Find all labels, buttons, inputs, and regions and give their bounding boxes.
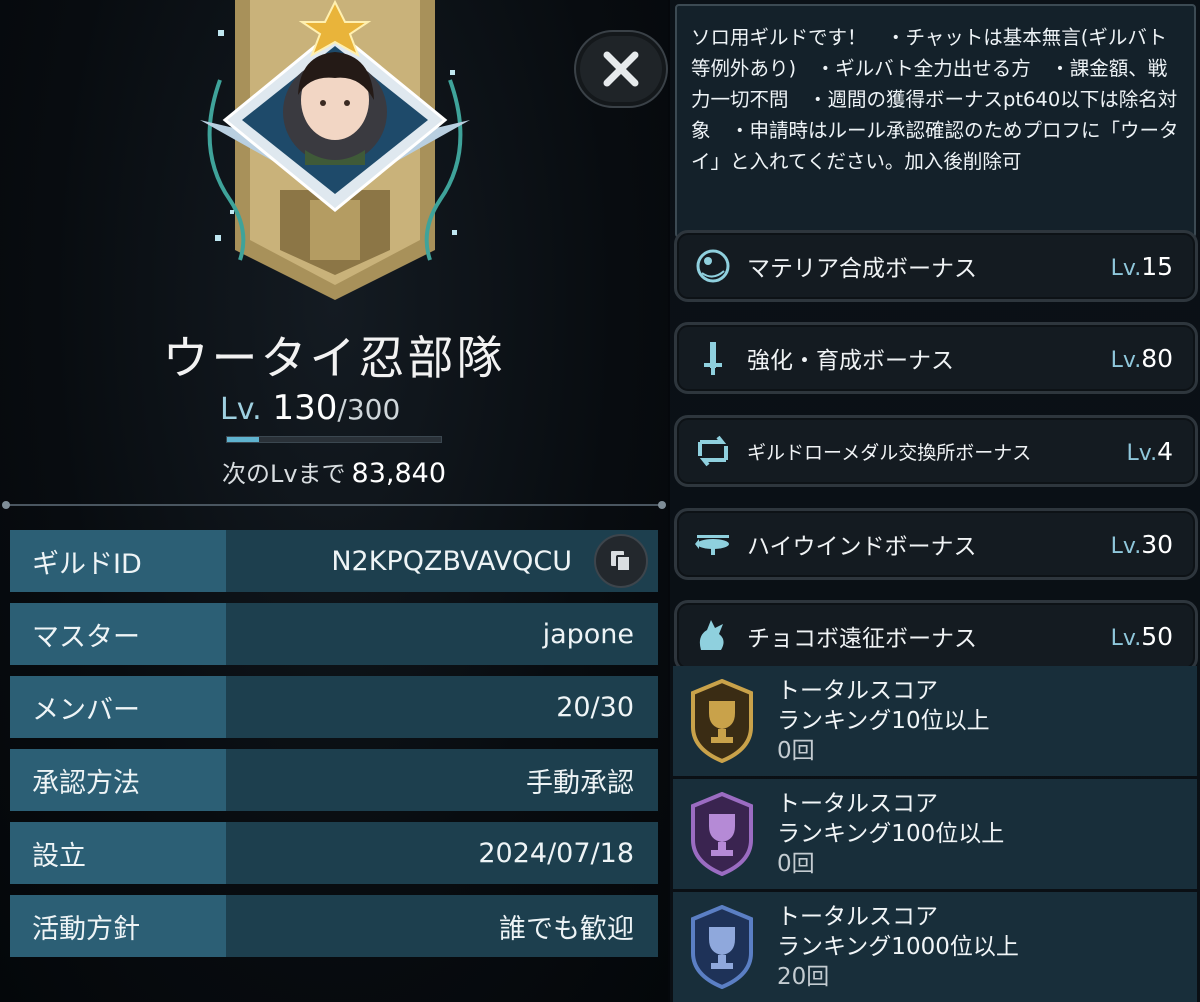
bonus-level: Lv.30 xyxy=(1111,530,1173,559)
score-title: トータルスコア xyxy=(777,904,938,930)
level-prefix: Lv. xyxy=(220,392,262,427)
info-label: 承認方法 xyxy=(10,749,226,811)
blue-trophy-icon xyxy=(691,905,753,989)
info-value: japone xyxy=(226,603,658,665)
bonus-label: マテリア合成ボーナス xyxy=(747,256,977,282)
bonus-level: Lv.15 xyxy=(1111,252,1173,281)
bonus-materia[interactable]: マテリア合成ボーナス Lv.15 xyxy=(674,230,1198,302)
airship-icon xyxy=(693,524,733,564)
bonus-level-prefix: Lv. xyxy=(1110,255,1142,281)
level-max: /300 xyxy=(337,393,401,426)
info-label: 活動方針 xyxy=(10,895,226,957)
score-card-top1000: トータルスコア ランキング1000位以上 20回 xyxy=(673,892,1197,1002)
info-row-guild-id: ギルドID N2KPQZBVAVQCU xyxy=(10,530,658,592)
score-rank: ランキング1000位以上 xyxy=(777,934,1019,960)
guild-emblem xyxy=(200,0,470,300)
level-progress-bar xyxy=(226,436,442,443)
gold-trophy-icon xyxy=(691,679,753,763)
info-row-founded: 設立 2024/07/18 xyxy=(10,822,658,884)
guild-description: ソロ用ギルドです！ ・チャットは基本無言(ギルバト等例外あり) ・ギルバト全力出… xyxy=(675,4,1196,238)
guild-level: Lv. 130/300 xyxy=(220,388,400,428)
score-text: トータルスコア ランキング100位以上 0回 xyxy=(777,789,1004,879)
score-card-top100: トータルスコア ランキング100位以上 0回 xyxy=(673,779,1197,889)
bonus-label: ギルドローメダル交換所ボーナス xyxy=(747,441,1032,464)
bonus-level-value: 15 xyxy=(1141,251,1173,281)
score-text: トータルスコア ランキング10位以上 0回 xyxy=(777,676,990,766)
info-value-area: N2KPQZBVAVQCU xyxy=(226,530,658,592)
score-rank: ランキング100位以上 xyxy=(777,821,1005,847)
close-icon xyxy=(603,51,639,87)
materia-icon xyxy=(693,246,733,286)
bonus-chocobo[interactable]: チョコボ遠征ボーナス Lv.50 xyxy=(674,600,1198,672)
bonus-highwind[interactable]: ハイウインドボーナス Lv.30 xyxy=(674,508,1198,580)
score-title: トータルスコア xyxy=(777,791,938,817)
info-value: 誰でも歓迎 xyxy=(226,895,658,957)
score-count: 0回 xyxy=(777,851,815,877)
copy-icon xyxy=(611,551,631,572)
info-row-approval: 承認方法 手動承認 xyxy=(10,749,658,811)
purple-trophy-icon xyxy=(691,792,753,876)
info-row-policy: 活動方針 誰でも歓迎 xyxy=(10,895,658,957)
level-value: 130 xyxy=(272,388,338,428)
next-level-label: 次のLvまで xyxy=(221,460,346,488)
guild-id-value: N2KPQZBVAVQCU xyxy=(331,545,572,577)
score-count: 0回 xyxy=(777,738,815,764)
score-text: トータルスコア ランキング1000位以上 20回 xyxy=(777,902,1019,992)
bonus-medal-exchange[interactable]: ギルドローメダル交換所ボーナス Lv.4 xyxy=(674,415,1198,487)
info-row-members: メンバー 20/30 xyxy=(10,676,658,738)
close-button[interactable] xyxy=(574,30,668,108)
bonus-level: Lv.4 xyxy=(1127,437,1173,466)
info-value: 20/30 xyxy=(226,676,658,738)
next-level-exp: 次のLvまで 83,840 xyxy=(0,454,668,489)
exchange-icon xyxy=(693,431,733,471)
bonus-level-prefix: Lv. xyxy=(1110,625,1142,651)
bonus-level: Lv.80 xyxy=(1111,344,1173,373)
bonus-level-prefix: Lv. xyxy=(1110,347,1142,373)
guild-detail-panel: ソロ用ギルドです！ ・チャットは基本無言(ギルバト等例外あり) ・ギルバト全力出… xyxy=(670,0,1200,1002)
score-rank: ランキング10位以上 xyxy=(777,708,990,734)
info-label: マスター xyxy=(10,603,226,665)
bonus-enhance[interactable]: 強化・育成ボーナス Lv.80 xyxy=(674,322,1198,394)
bonus-level: Lv.50 xyxy=(1111,622,1173,651)
info-value: 手動承認 xyxy=(226,749,658,811)
sword-icon xyxy=(693,338,733,378)
next-level-value: 83,840 xyxy=(351,458,447,489)
info-label: メンバー xyxy=(10,676,226,738)
chocobo-icon xyxy=(693,616,733,656)
bonus-level-value: 30 xyxy=(1141,529,1173,559)
info-value: 2024/07/18 xyxy=(226,822,658,884)
guild-name: ウータイ忍部隊 xyxy=(162,331,506,385)
level-progress-fill xyxy=(227,437,260,442)
bonus-label: 強化・育成ボーナス xyxy=(747,348,954,374)
bonus-level-prefix: Lv. xyxy=(1126,440,1158,466)
section-divider xyxy=(2,501,666,509)
copy-button[interactable] xyxy=(594,534,648,588)
guild-profile-panel: ウータイ忍部隊 Lv. 130/300 次のLvまで 83,840 ギルドID N… xyxy=(0,0,668,1002)
bonus-level-prefix: Lv. xyxy=(1110,533,1142,559)
info-label: ギルドID xyxy=(10,530,226,592)
bonus-level-value: 80 xyxy=(1141,343,1173,373)
info-row-master: マスター japone xyxy=(10,603,658,665)
bonus-level-value: 4 xyxy=(1157,436,1173,466)
info-label: 設立 xyxy=(10,822,226,884)
bonus-level-value: 50 xyxy=(1141,621,1173,651)
score-title: トータルスコア xyxy=(777,678,938,704)
score-count: 20回 xyxy=(777,964,830,990)
bonus-label: チョコボ遠征ボーナス xyxy=(747,626,977,652)
bonus-label: ハイウインドボーナス xyxy=(747,534,977,560)
score-card-top10: トータルスコア ランキング10位以上 0回 xyxy=(673,666,1197,776)
